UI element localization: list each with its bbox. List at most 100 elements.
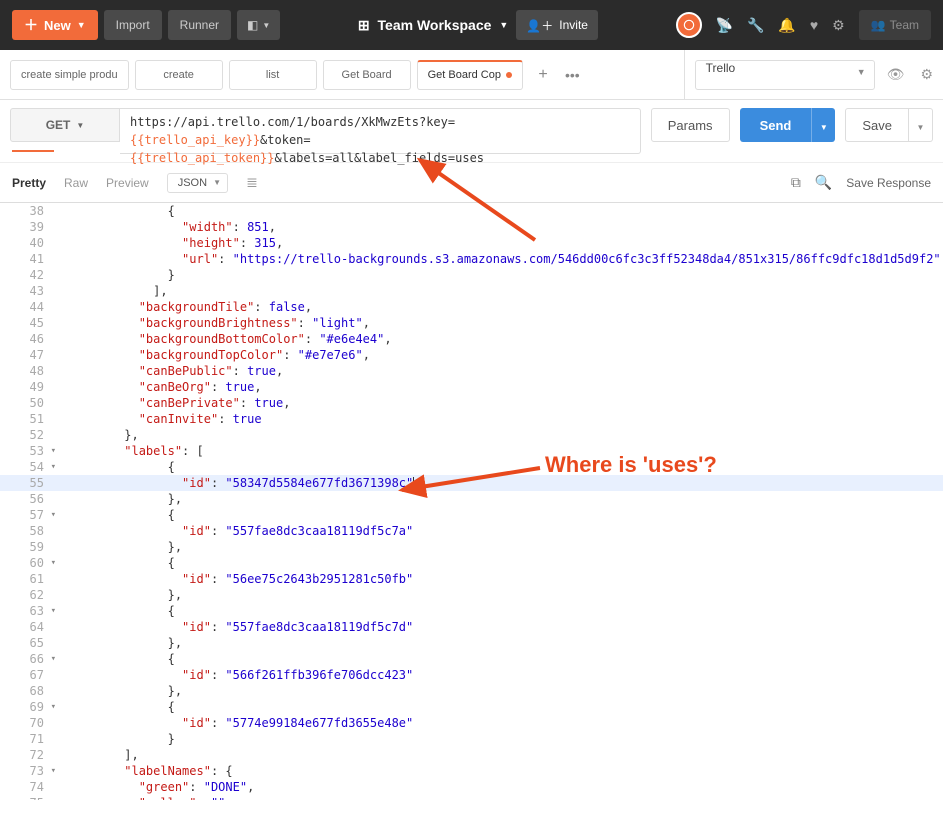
code-content: "canBePublic": true,: [52, 363, 283, 379]
avatar[interactable]: [676, 12, 702, 38]
params-label: Params: [668, 118, 713, 133]
new-button[interactable]: ＋ New ▼: [12, 10, 98, 40]
line-number: 60▾: [0, 555, 52, 571]
line-number: 58: [0, 523, 52, 539]
tab-4[interactable]: Get Board Cop: [417, 60, 523, 90]
code-content: {: [52, 603, 175, 619]
fold-icon[interactable]: ▾: [51, 443, 56, 459]
fold-icon[interactable]: ▾: [51, 507, 56, 523]
line-number: 63▾: [0, 603, 52, 619]
chevron-down-icon: ▼: [77, 20, 86, 30]
url-variable: {{trello_api_key}}: [130, 133, 260, 147]
save-dropdown[interactable]: ▼: [909, 108, 933, 142]
code-line: 67 "id": "566f261ffb396fe706dcc423": [0, 667, 943, 683]
fold-icon[interactable]: ▾: [51, 699, 56, 715]
copy-icon[interactable]: ⧉: [791, 174, 801, 191]
code-line: 41 "url": "https://trello-backgrounds.s3…: [0, 251, 943, 267]
code-line: 43 ],: [0, 283, 943, 299]
line-number: 61: [0, 571, 52, 587]
line-number: 68: [0, 683, 52, 699]
save-button[interactable]: Save: [845, 108, 909, 142]
new-window-button[interactable]: ◧ ▼: [237, 10, 280, 40]
code-content: }: [52, 731, 175, 747]
tab-add-button[interactable]: +: [529, 61, 557, 89]
tab-0[interactable]: create simple produ: [10, 60, 129, 90]
invite-button[interactable]: 👤＋ Invite: [516, 10, 598, 40]
line-number: 74: [0, 779, 52, 795]
team-label: Team: [890, 18, 919, 32]
chevron-down-icon: ▼: [820, 123, 828, 132]
line-number: 55: [0, 475, 52, 491]
code-line: 62 },: [0, 587, 943, 603]
heart-icon[interactable]: ♥: [810, 17, 818, 33]
satellite-icon[interactable]: 📡: [716, 17, 733, 34]
code-line: 51 "canInvite": true: [0, 411, 943, 427]
tab-2[interactable]: list: [229, 60, 317, 90]
tab-more-button[interactable]: •••: [557, 67, 588, 83]
gear-icon[interactable]: ⚙: [916, 66, 937, 83]
gear-outline-icon[interactable]: ⚙: [832, 17, 845, 34]
code-content: "backgroundTile": false,: [52, 299, 312, 315]
line-number: 75: [0, 795, 52, 800]
line-number: 49: [0, 379, 52, 395]
line-number: 64: [0, 619, 52, 635]
eye-icon[interactable]: 👁: [883, 66, 909, 83]
tab-label: Get Board: [342, 69, 392, 81]
fold-icon[interactable]: ▾: [51, 763, 56, 779]
code-content: "id": "557fae8dc3caa18119df5c7d": [52, 619, 413, 635]
send-button[interactable]: Send: [740, 108, 812, 142]
tabs-bar: create simple producreatelist Get Board Ge…: [0, 50, 943, 100]
preview-tab[interactable]: Preview: [106, 176, 149, 190]
code-line: 45 "backgroundBrightness": "light",: [0, 315, 943, 331]
code-content: {: [52, 555, 175, 571]
code-line: 66▾ {: [0, 651, 943, 667]
code-content: },: [52, 539, 182, 555]
code-content: },: [52, 587, 182, 603]
line-number: 48: [0, 363, 52, 379]
line-number: 56: [0, 491, 52, 507]
line-number: 65: [0, 635, 52, 651]
wrench-icon[interactable]: 🔧: [747, 17, 764, 34]
line-number: 54▾: [0, 459, 52, 475]
tab-3[interactable]: Get Board: [323, 60, 411, 90]
wrap-lines-icon[interactable]: ≣: [246, 174, 258, 191]
runner-button[interactable]: Runner: [168, 10, 231, 40]
fold-icon[interactable]: ▾: [51, 651, 56, 667]
bell-icon[interactable]: 🔔: [778, 17, 795, 34]
new-label: New: [44, 18, 71, 33]
fold-icon[interactable]: ▾: [51, 555, 56, 571]
url-input[interactable]: https://api.trello.com/1/boards/XkMwzEts…: [120, 108, 641, 154]
code-line: 57▾ {: [0, 507, 943, 523]
tab-1[interactable]: create: [135, 60, 223, 90]
fold-icon[interactable]: ▾: [51, 459, 56, 475]
method-select[interactable]: GET ▼: [10, 108, 120, 142]
workspace-label: Team Workspace: [378, 17, 492, 33]
save-response-button[interactable]: Save Response: [846, 176, 931, 190]
pretty-tab[interactable]: Pretty: [12, 176, 46, 190]
app-topbar: ＋ New ▼ Import Runner ◧ ▼ ⊞ Team Workspa…: [0, 0, 943, 50]
topbar-right: 📡 🔧 🔔 ♥ ⚙ 👥 Team: [676, 10, 931, 40]
send-dropdown[interactable]: ▼: [811, 108, 835, 142]
fold-icon[interactable]: ▾: [51, 603, 56, 619]
code-line: 50 "canBePrivate": true,: [0, 395, 943, 411]
line-number: 52: [0, 427, 52, 443]
format-select[interactable]: JSON ▼: [167, 173, 228, 193]
search-icon[interactable]: 🔍: [815, 174, 832, 191]
annotation-text: Where is 'uses'?: [545, 452, 717, 478]
raw-tab[interactable]: Raw: [64, 176, 88, 190]
workspace-button[interactable]: ⊞ Team Workspace ▼: [358, 17, 509, 34]
chevron-down-icon: ▼: [76, 121, 84, 130]
environment-area: Trello ▼ 👁 ⚙: [684, 50, 943, 99]
url-variable: {{trello_api_token}}: [130, 151, 275, 165]
save-label: Save: [862, 118, 892, 133]
params-button[interactable]: Params: [651, 108, 730, 142]
import-button[interactable]: Import: [104, 10, 162, 40]
environment-select[interactable]: Trello ▼: [695, 60, 875, 90]
team-button[interactable]: 👥 Team: [859, 10, 931, 40]
line-number: 39: [0, 219, 52, 235]
response-body[interactable]: 38 {39 "width": 851,40 "height": 315,41 …: [0, 202, 943, 800]
code-line: 49 "canBeOrg": true,: [0, 379, 943, 395]
chevron-down-icon: ▼: [262, 21, 270, 30]
chevron-down-icon: ▼: [213, 178, 221, 187]
format-label: JSON: [178, 177, 207, 189]
